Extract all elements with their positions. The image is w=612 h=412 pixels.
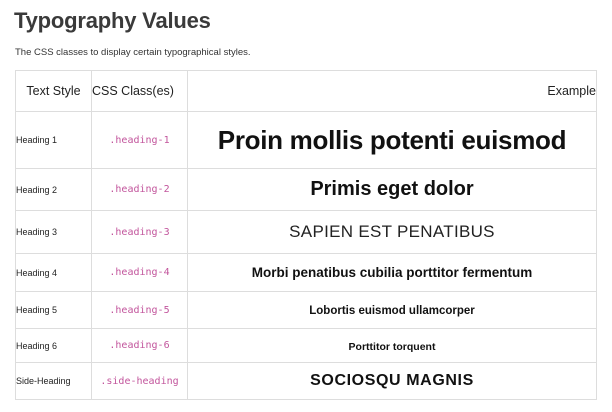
example-heading-6: Porttitor torquent [348,340,436,353]
css-class-cell: .heading-6 [91,328,188,363]
table-row: Heading 3 .heading-3 SAPIEN EST PENATIBU… [15,210,597,254]
style-name-cell: Heading 4 [15,253,92,292]
table-row: Heading 5 .heading-5 Lobortis euismod ul… [15,291,597,329]
style-name-cell: Heading 2 [15,168,92,211]
example-cell: Porttitor torquent [187,328,597,363]
table-header-row: Text Style CSS Class(es) Example [15,70,597,112]
css-class-cell: .heading-3 [91,210,188,254]
css-class-cell: .heading-2 [91,168,188,211]
example-cell: Morbi penatibus cubilia porttitor fermen… [187,253,597,292]
css-class-cell: .side-heading [91,362,188,400]
table-row: Heading 1 .heading-1 Proin mollis potent… [15,111,597,169]
header-text-style: Text Style [15,70,92,112]
header-css-class: CSS Class(es) [91,70,188,112]
table-row: Heading 4 .heading-4 Morbi penatibus cub… [15,253,597,292]
example-heading-4: Morbi penatibus cubilia porttitor fermen… [251,264,533,280]
table-row: Side-Heading .side-heading SOCIOSQU MAGN… [15,362,597,400]
example-side-heading: SOCIOSQU MAGNIS [310,372,474,389]
typography-table: Text Style CSS Class(es) Example Heading… [15,70,597,400]
css-class-cell: .heading-5 [91,291,188,329]
example-cell: Lobortis euismod ullamcorper [187,291,597,329]
style-name-cell: Heading 1 [15,111,92,169]
css-class-cell: .heading-1 [91,111,188,169]
style-name-cell: Heading 5 [15,291,92,329]
example-heading-3: SAPIEN EST PENATIBUS [289,222,495,241]
css-class-cell: .heading-4 [91,253,188,292]
style-name-cell: Heading 3 [15,210,92,254]
style-name-cell: Side-Heading [15,362,92,400]
style-name-cell: Heading 6 [15,328,92,363]
table-row: Heading 2 .heading-2 Primis eget dolor [15,168,597,211]
example-cell: SOCIOSQU MAGNIS [187,362,597,400]
header-example: Example [187,70,597,112]
example-heading-5: Lobortis euismod ullamcorper [309,305,475,317]
table-row: Heading 6 .heading-6 Porttitor torquent [15,328,597,363]
example-cell: SAPIEN EST PENATIBUS [187,210,597,254]
example-heading-2: Primis eget dolor [310,178,474,200]
example-cell: Proin mollis potenti euismod [187,111,597,169]
example-cell: Primis eget dolor [187,168,597,211]
page-description: The CSS classes to display certain typog… [15,47,251,58]
example-heading-1: Proin mollis potenti euismod [217,124,567,155]
page-title: Typography Values [14,8,211,33]
